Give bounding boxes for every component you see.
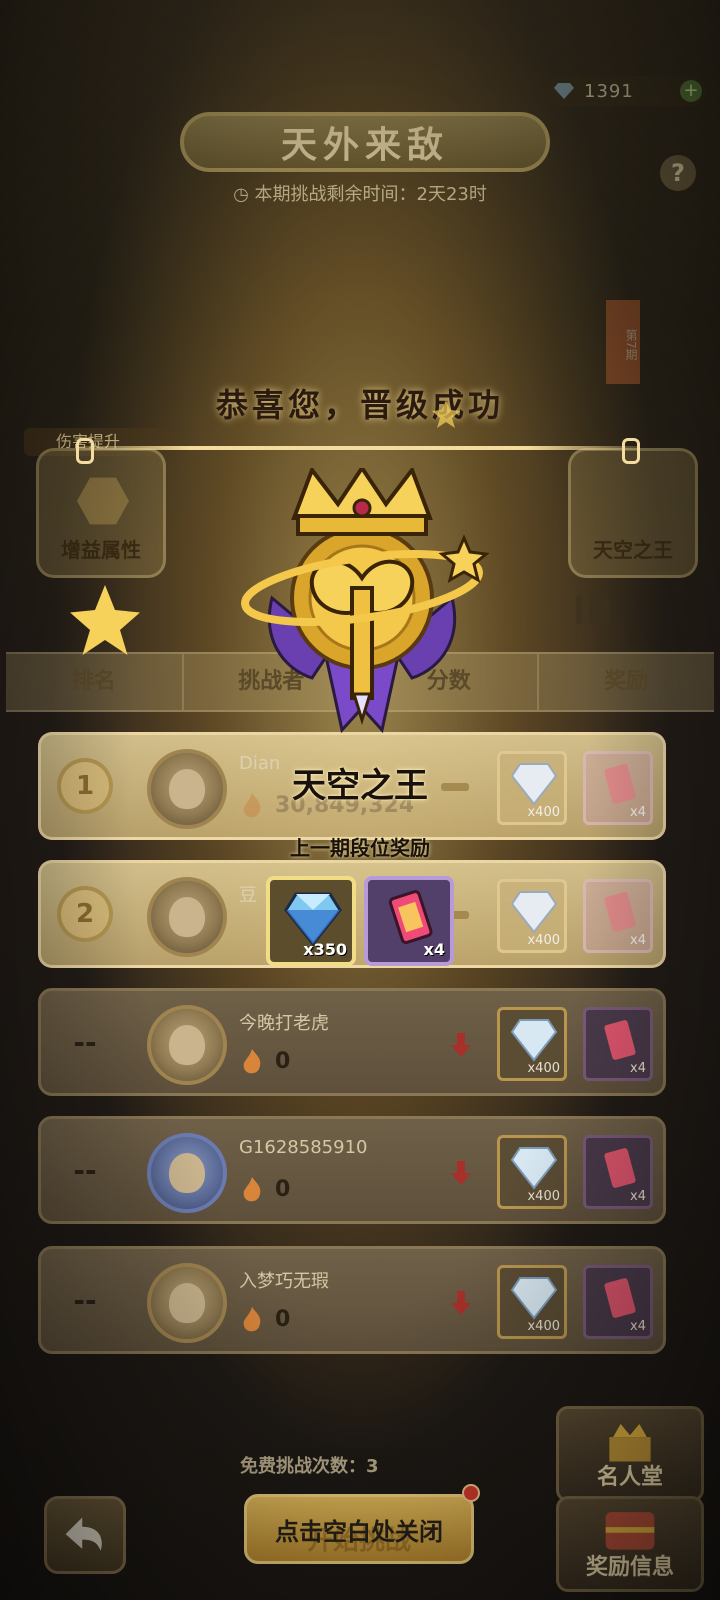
current-rank-label: 天空之王 [593,538,673,562]
current-rank-panel[interactable]: 天空之王 [568,448,698,578]
arrow-down-icon [451,1161,471,1185]
congrats-title: 恭喜您，晋级成功 [215,386,504,424]
diamond-icon [510,1019,558,1062]
score-line: 0 [239,1305,290,1333]
gem-reward[interactable]: x400 [497,879,567,953]
card-reward[interactable]: x4 [583,879,653,953]
card-reward[interactable]: x4 [583,1265,653,1339]
avatar[interactable] [147,1005,227,1085]
reward-qty: x4 [630,1189,646,1204]
card-pack-icon [604,1278,636,1318]
gem-reward[interactable]: x400 [497,1007,567,1081]
notification-dot [462,1484,480,1502]
gem-counter: 1391 + [546,76,706,106]
close-hint: 点击空白处关闭 [275,1517,443,1546]
buff-attribute-panel[interactable]: 增益属性 [36,448,166,578]
diamond-icon [510,891,558,934]
card-reward[interactable]: x4 [583,1007,653,1081]
title-divider [76,438,640,464]
reward-qty: x4 [630,933,646,948]
challenge-timer: ◷ 本期挑战剩余时间：2天23时 [0,180,720,206]
reward-qty: x400 [527,1319,560,1334]
event-title-banner: 天外来敌 [180,112,550,172]
avatar[interactable] [147,1263,227,1343]
gem-count: 1391 [584,80,634,102]
card-pack-icon [388,890,433,945]
hall-of-fame-label: 名人堂 [596,1465,663,1490]
star-icon [70,585,140,655]
rank-cell: 2 [41,863,129,965]
player-name: G1628585910 [239,1137,368,1158]
card-reward[interactable]: x4 [583,1135,653,1209]
rank-tier-bars [576,595,610,625]
plus-icon[interactable]: + [680,80,702,102]
reward-qty: x400 [527,1061,560,1076]
player-name: 豆 [239,885,257,906]
gear-icon [77,477,129,525]
sky-king-emblem-icon [241,468,490,734]
reward-info-button[interactable]: 奖励信息 [556,1496,704,1592]
buff-attribute-label: 增益属性 [61,538,141,562]
card-pack-icon [604,1020,636,1060]
rank-cell: -- [73,1025,97,1059]
header-rank: 排名 [6,654,184,710]
gem-reward[interactable]: x400 [497,1265,567,1339]
table-row[interactable]: -- G1628585910 0 x400 x4 [38,1116,666,1224]
player-score: 0 [275,1306,291,1332]
avatar[interactable] [147,1133,227,1213]
popup-gem-reward[interactable]: x350 [266,876,356,966]
arrow-down-icon [451,1291,471,1315]
player-score: 0 [275,1176,291,1202]
event-title: 天外来敌 [280,125,449,166]
rank-name: 天空之王 [292,766,428,806]
player-name: 今晚打老虎 [239,1013,329,1034]
reward-qty: x4 [630,1319,646,1334]
reward-info-label: 奖励信息 [585,1555,674,1580]
popup-card-qty: x4 [423,940,445,959]
reward-qty: x4 [630,1061,646,1076]
hall-of-fame-button[interactable]: 名人堂 [556,1406,704,1502]
reward-qty: x400 [527,933,560,948]
free-challenge-count: 免费挑战次数：3 [240,1456,379,1477]
season-badge: 第7期 [606,300,640,384]
header-reward: 奖励 [604,669,649,694]
back-button[interactable] [44,1496,126,1574]
table-row[interactable]: -- 今晚打老虎 0 x400 x4 [38,988,666,1096]
card-pack-icon [604,1148,636,1188]
flame-icon [243,1307,261,1332]
player-score: 0 [275,1048,291,1074]
help-button[interactable]: ? [660,155,696,191]
avatar[interactable] [147,877,227,957]
table-row[interactable]: -- 入梦巧无瑕 0 x400 x4 [38,1246,666,1354]
flame-icon [243,1049,261,1074]
star-icon [432,400,460,428]
player-name: 入梦巧无瑕 [239,1271,329,1292]
score-line: 0 [239,1047,290,1075]
diamond-icon [510,1147,558,1190]
reward-qty: x400 [527,1189,560,1204]
clock-icon: ◷ [233,184,255,205]
flame-icon [243,1177,261,1202]
diamond-icon [510,1277,558,1320]
popup-gem-qty: x350 [303,940,347,959]
popup-card-reward[interactable]: x4 [364,876,454,966]
gem-reward[interactable]: x400 [497,1135,567,1209]
timer-text: 本期挑战剩余时间：2天23时 [254,184,487,205]
rank-cell: -- [73,1283,97,1317]
arrow-down-icon [451,1033,471,1057]
start-challenge-button[interactable]: 开始挑战 点击空白处关闭 [244,1494,474,1564]
rank-cell: -- [73,1153,97,1187]
silver-medal-icon: 2 [57,886,113,942]
back-arrow-icon [65,1517,102,1551]
reward-qty: x4 [630,805,646,820]
score-line: 0 [239,1175,290,1203]
reward-qty: x400 [527,805,560,820]
card-pack-icon [604,892,636,932]
diamond-icon [554,83,574,99]
reward-caption: 上一期段位奖励 [290,836,430,860]
top-bar: 1391 + [0,70,720,110]
diamond-icon [284,892,342,946]
